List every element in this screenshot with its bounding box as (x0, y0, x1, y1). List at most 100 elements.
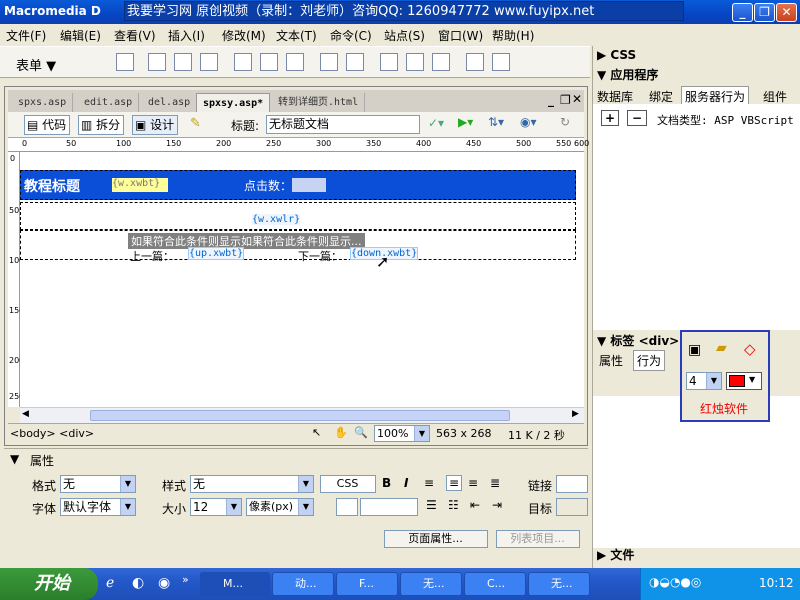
button-icon[interactable] (432, 53, 450, 71)
design-view-button[interactable]: ▣ 设计 (132, 115, 179, 135)
list-menu-icon[interactable] (320, 53, 338, 71)
minimize-button[interactable]: _ (732, 3, 753, 22)
task-4[interactable]: 无... (400, 572, 462, 596)
justify-icon[interactable]: ≣ (490, 476, 500, 490)
prev-field[interactable]: {up.xwbt} (188, 247, 245, 260)
horizontal-scrollbar[interactable]: ◀ ▶ (20, 407, 584, 423)
clicks-field[interactable] (292, 178, 326, 192)
more-icon[interactable]: » (182, 573, 189, 586)
textarea-icon[interactable] (200, 53, 218, 71)
menu-site[interactable]: 站点(S) (384, 27, 425, 44)
scroll-left-icon[interactable]: ◀ (22, 409, 29, 419)
ordered-list-icon[interactable]: ☷ (448, 498, 459, 512)
unit-select[interactable]: 像素(px) ▼ (246, 498, 314, 516)
tab-spxsy[interactable]: spxsy.asp* (196, 93, 271, 112)
globe-icon[interactable]: ◉▾ (520, 115, 537, 129)
unordered-list-icon[interactable]: ☰ (426, 498, 437, 512)
maximize-button[interactable]: ❐ (754, 3, 775, 22)
tab-attributes[interactable]: 属性 (599, 352, 623, 369)
collapse-icon[interactable]: ▼ (10, 452, 19, 466)
menu-modify[interactable]: 修改(M) (222, 27, 266, 44)
scroll-right-icon[interactable]: ▶ (572, 409, 579, 419)
save-icon[interactable]: ▣ (688, 342, 701, 358)
tab-bindings[interactable]: 绑定 (649, 88, 673, 105)
tab-detail-page[interactable]: 转到详细页.html (272, 93, 366, 112)
task-5[interactable]: C... (464, 572, 526, 596)
close-button[interactable]: ✕ (776, 3, 797, 22)
preview-icon[interactable]: ▶▾ (458, 115, 473, 129)
browser-check-icon[interactable]: ✓▾ (428, 116, 444, 130)
menu-edit[interactable]: 编辑(E) (60, 27, 101, 44)
code-view-button[interactable]: ▤ 代码 (24, 115, 71, 135)
task-2[interactable]: 动... (272, 572, 334, 596)
menu-window[interactable]: 窗口(W) (438, 27, 483, 44)
live-data-icon[interactable]: ✎ (190, 116, 201, 131)
outdent-icon[interactable]: ⇤ (470, 498, 480, 512)
file-field-icon[interactable] (406, 53, 424, 71)
menu-file[interactable]: 文件(F) (6, 27, 46, 44)
text-field-icon[interactable] (148, 53, 166, 71)
tab-behaviors[interactable]: 行为 (633, 350, 666, 371)
window-size[interactable]: 563 x 268 (436, 427, 492, 440)
doc-minimize-icon[interactable]: _ (548, 93, 554, 107)
bold-icon[interactable]: B (382, 476, 391, 490)
tab-del[interactable]: del.asp (142, 93, 198, 112)
doc-close-icon[interactable]: ✕ (572, 92, 582, 106)
ie-icon[interactable]: ℯ (106, 575, 114, 591)
image-field-icon[interactable] (380, 53, 398, 71)
menu-view[interactable]: 查看(V) (114, 27, 156, 44)
zoom-select[interactable]: 100% ▼ (374, 425, 430, 442)
size-select[interactable]: 12 ▼ (190, 498, 242, 516)
add-behavior-icon[interactable]: + (601, 110, 620, 126)
app-panel-header[interactable]: ▼ 应用程序 (593, 66, 800, 85)
task-3[interactable]: F... (336, 572, 398, 596)
checkbox-icon[interactable] (234, 53, 252, 71)
tab-spxs[interactable]: spxs.asp (12, 93, 74, 112)
split-view-button[interactable]: ▥ 拆分 (78, 115, 125, 135)
tab-edit[interactable]: edit.asp (78, 93, 140, 112)
heading-field[interactable]: {w.xwbt} (112, 178, 168, 192)
zoom-tool-icon[interactable]: 🔍 (354, 426, 368, 439)
css-panel-header[interactable]: ▶ CSS (593, 46, 800, 65)
hand-tool-icon[interactable]: ✋ (334, 426, 348, 439)
italic-icon[interactable]: I (404, 476, 408, 490)
color-picker[interactable]: ▼ (726, 372, 762, 390)
doc-restore-icon[interactable]: ❐ (560, 93, 571, 107)
align-center-icon[interactable]: ≡ (446, 475, 463, 491)
align-right-icon[interactable]: ≡ (468, 476, 478, 490)
start-button[interactable]: 开始 (0, 568, 98, 600)
pointer-tool-icon[interactable]: ↖ (312, 426, 321, 439)
title-input[interactable]: 无标题文档 (266, 115, 420, 134)
files-panel-header[interactable]: ▶ 文件 (593, 546, 800, 565)
tray-icon[interactable]: ◑◒◔●◎ (649, 575, 701, 589)
font-select[interactable]: 默认字体 ▼ (60, 498, 136, 516)
jump-menu-icon[interactable] (346, 53, 364, 71)
file-management-icon[interactable]: ⇅▾ (488, 115, 504, 129)
target-select[interactable] (556, 498, 588, 516)
form-icon[interactable] (116, 53, 134, 71)
text-color-picker[interactable] (336, 498, 358, 516)
menu-insert[interactable]: 插入(I) (168, 27, 205, 44)
link-input[interactable] (556, 475, 588, 493)
hidden-field-icon[interactable] (174, 53, 192, 71)
scroll-thumb[interactable] (90, 410, 510, 421)
menu-text[interactable]: 文本(T) (276, 27, 317, 44)
menu-commands[interactable]: 命令(C) (330, 27, 372, 44)
style-select[interactable]: 无 ▼ (190, 475, 314, 493)
align-left-icon[interactable]: ≡ (424, 476, 434, 490)
insert-category-dropdown[interactable]: 表单 ▼ (16, 55, 56, 74)
tag-selector[interactable]: <body> <div> (10, 427, 94, 440)
tab-components[interactable]: 组件 (763, 88, 787, 105)
menu-help[interactable]: 帮助(H) (492, 27, 534, 44)
content-field[interactable]: {w.xwlr} (252, 214, 301, 225)
text-color-input[interactable] (360, 498, 418, 516)
media-icon[interactable]: ◉ (158, 575, 170, 591)
radio-group-icon[interactable] (286, 53, 304, 71)
refresh-icon[interactable]: ↻ (560, 115, 570, 129)
folder-icon[interactable]: ▰ (716, 340, 727, 356)
css-button[interactable]: CSS (320, 475, 376, 493)
design-canvas[interactable]: 教程标题 {w.xwbt} 点击数： {w.xwlr} 如果符合此条件则显示如果… (20, 152, 584, 407)
fieldset-icon[interactable] (492, 53, 510, 71)
tab-database[interactable]: 数据库 (597, 88, 633, 105)
radio-icon[interactable] (260, 53, 278, 71)
